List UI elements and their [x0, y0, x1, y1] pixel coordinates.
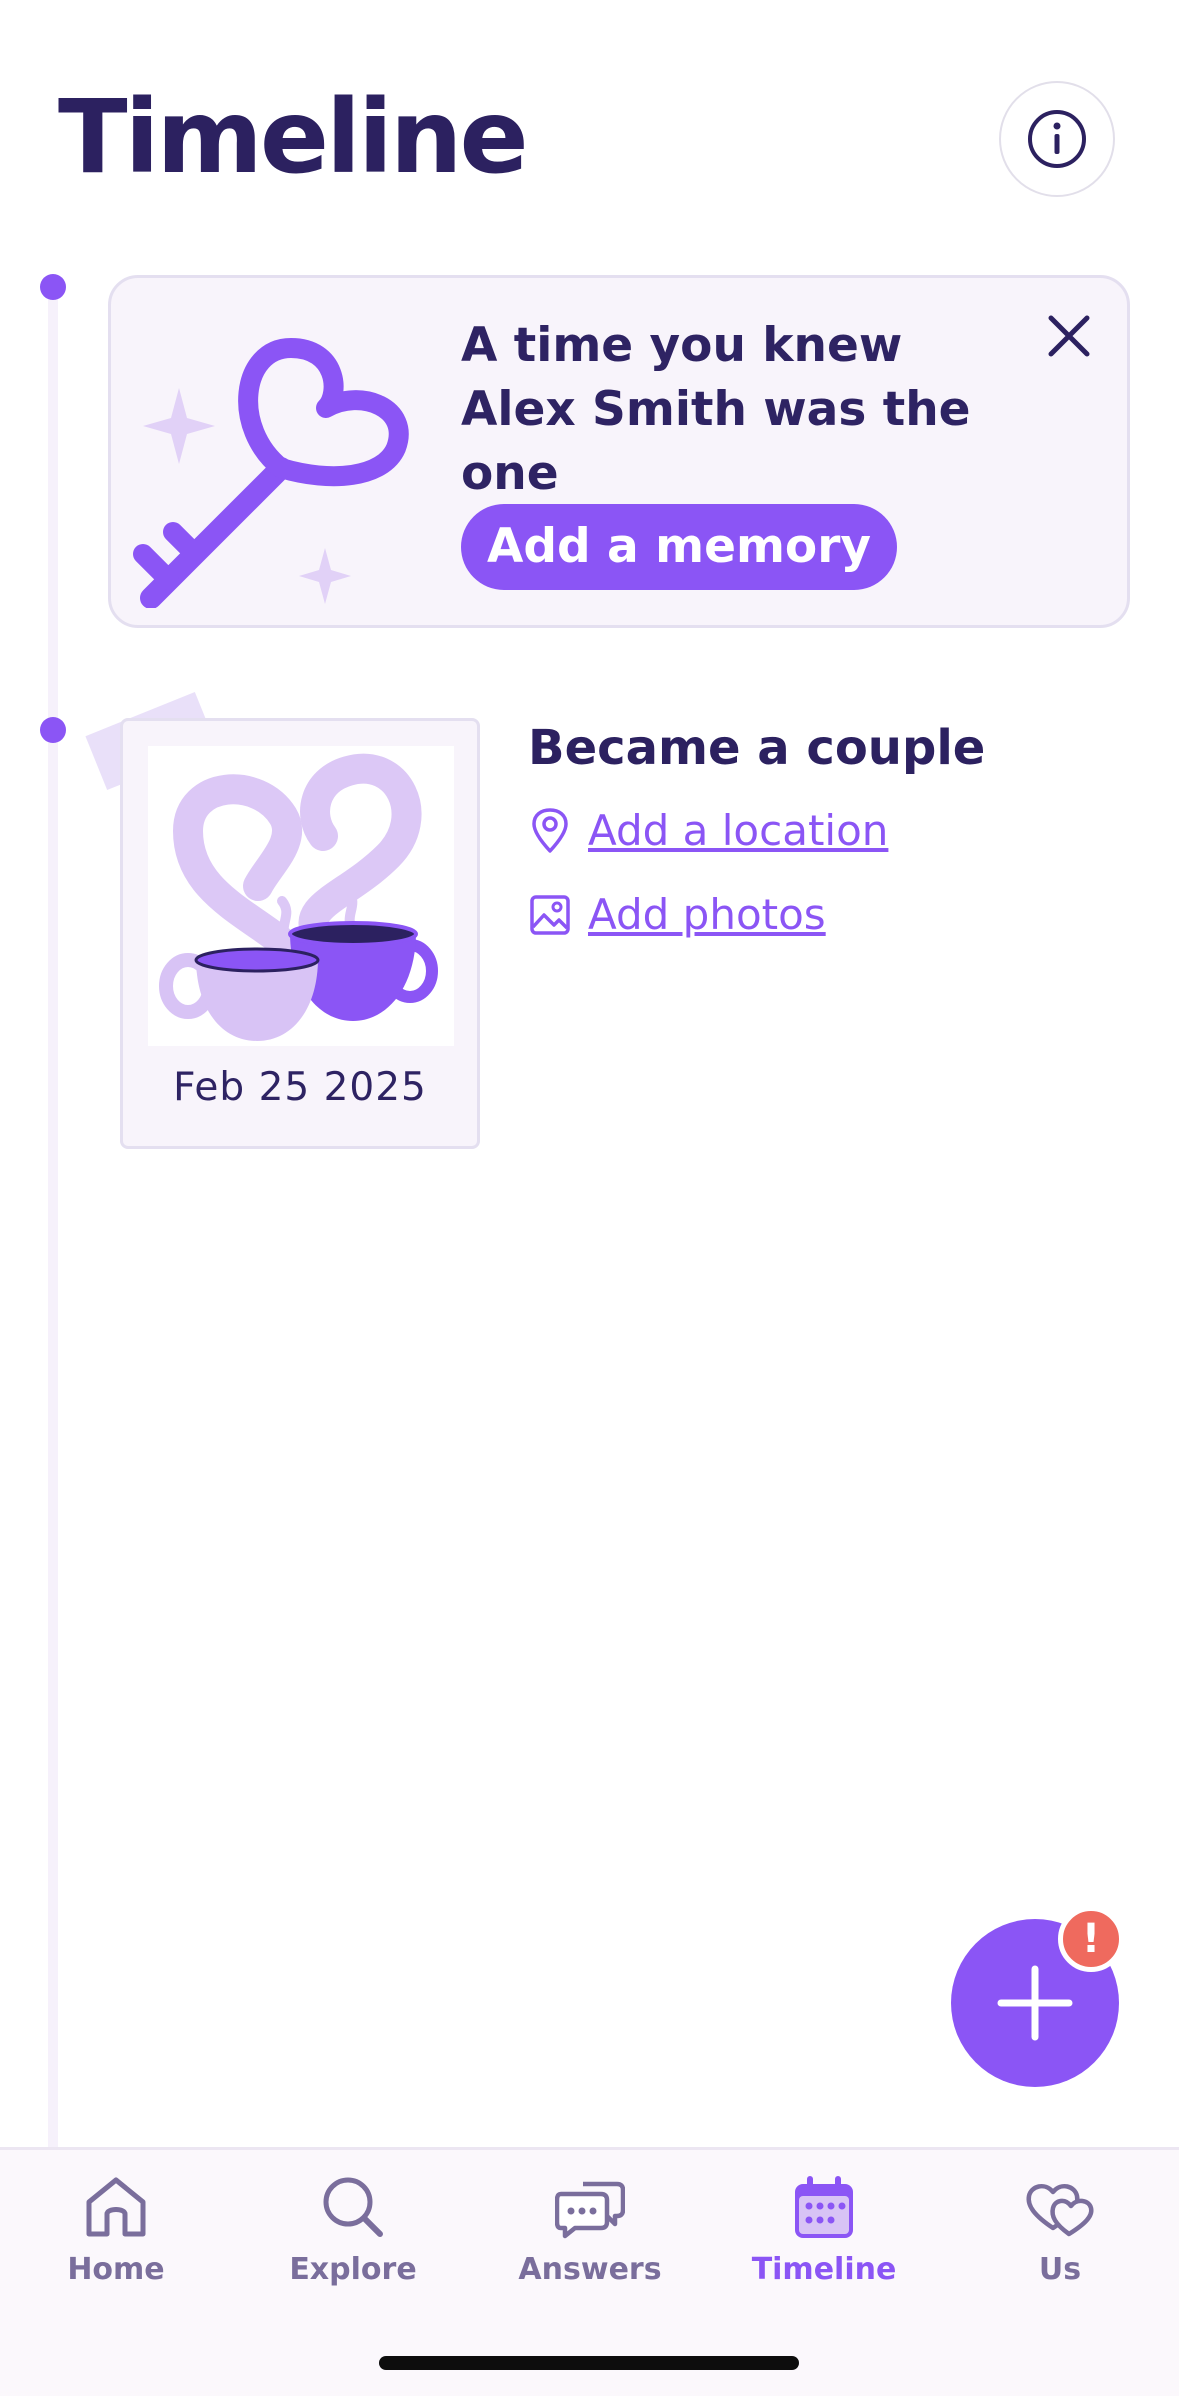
nav-label-explore: Explore: [289, 2252, 417, 2287]
nav-item-timeline[interactable]: Timeline: [724, 2172, 924, 2302]
info-icon: [1028, 110, 1086, 168]
add-location-link[interactable]: Add a location: [530, 806, 888, 855]
timeline-dot: [40, 717, 66, 743]
add-photos-link[interactable]: Add photos: [530, 890, 826, 939]
nav-item-us[interactable]: Us: [960, 2172, 1160, 2302]
chat-bubbles-icon: [555, 2181, 625, 2239]
nav-item-home[interactable]: Home: [16, 2172, 216, 2302]
heart-key-illustration: [133, 338, 409, 608]
nav-item-explore[interactable]: Explore: [253, 2172, 453, 2302]
calendar-icon: [795, 2176, 853, 2238]
location-pin-icon: [532, 807, 568, 853]
close-icon[interactable]: [1043, 310, 1095, 362]
add-photos-label: Add photos: [588, 890, 826, 939]
plus-icon: [997, 1965, 1073, 2041]
event-date: Feb 25 2025: [173, 1065, 427, 1110]
nav-item-answers[interactable]: Answers: [490, 2172, 690, 2302]
coffee-cups-illustration: [148, 746, 454, 1046]
nav-label-timeline: Timeline: [751, 2252, 897, 2287]
event-photo-card[interactable]: Feb 25 2025: [120, 718, 480, 1149]
nav-label-answers: Answers: [518, 2252, 662, 2287]
image-icon: [530, 894, 570, 935]
nav-label-us: Us: [1038, 2252, 1082, 2287]
home-icon: [86, 2177, 146, 2237]
event-title: Became a couple: [528, 720, 986, 776]
memory-prompt-text: A time you knew Alex Smith was the one: [461, 318, 971, 501]
home-indicator: [379, 2356, 799, 2370]
hearts-icon: [1026, 2183, 1094, 2237]
timeline-dot: [40, 274, 66, 300]
add-location-label: Add a location: [588, 806, 889, 855]
add-memory-button[interactable]: Add a memory: [461, 504, 898, 590]
info-button[interactable]: [999, 81, 1115, 197]
alert-badge: !: [1058, 1906, 1124, 1972]
nav-label-home: Home: [67, 2252, 165, 2287]
page-title: Timeline: [58, 78, 529, 197]
timeline-line: [48, 285, 58, 2147]
memory-prompt-card: A time you knew Alex Smith was the one A…: [108, 275, 1130, 628]
search-icon: [323, 2177, 383, 2237]
